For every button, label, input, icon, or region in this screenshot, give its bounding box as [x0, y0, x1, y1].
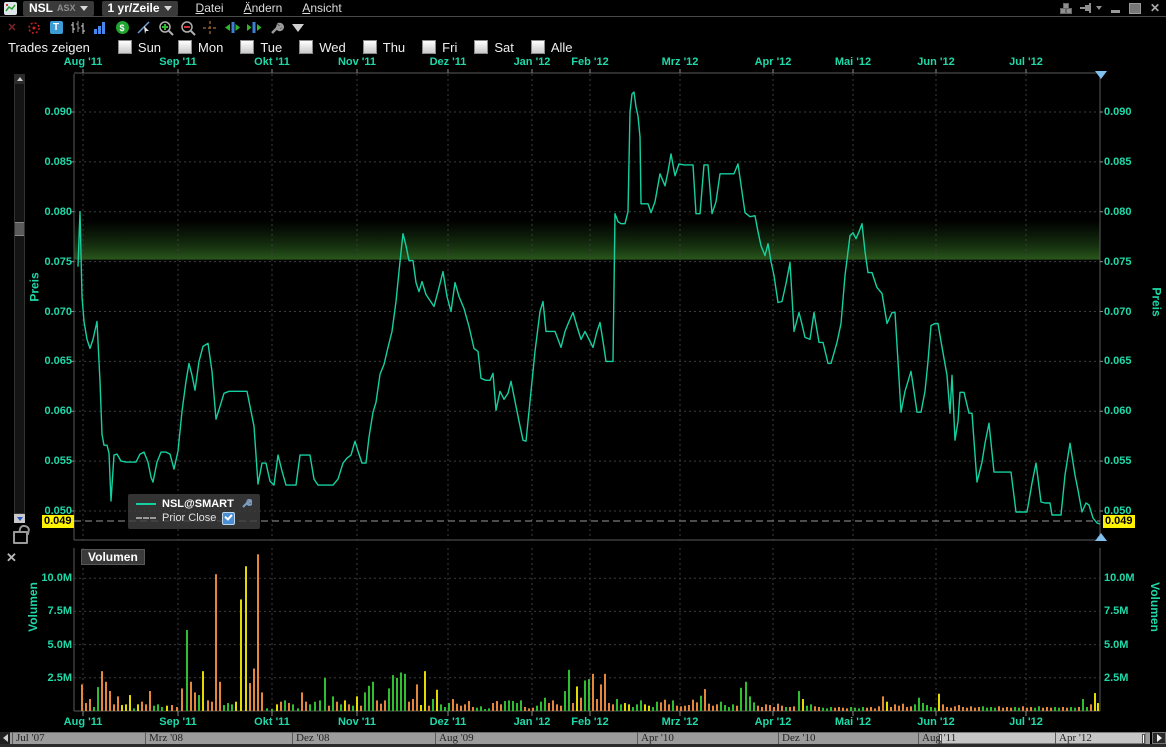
volume-tick-label-right: 2.5M	[1104, 672, 1150, 684]
volume-tick-label-left: 5.0M	[26, 639, 72, 651]
month-label-top: Mrz '12	[648, 56, 712, 68]
month-label-bottom: Dez '11	[416, 716, 480, 728]
price-volume-chart[interactable]	[0, 0, 1166, 747]
history-label: Aug '11	[918, 732, 956, 744]
volume-tick-label-right: 5.0M	[1104, 639, 1150, 651]
prior-close-line-sample	[136, 517, 156, 519]
month-label-top: Okt '11	[240, 56, 304, 68]
volume-axis-title-right: Volumen	[1148, 582, 1162, 632]
month-label-bottom: Jun '12	[904, 716, 968, 728]
price-tick-label-left: 0.075	[26, 256, 72, 268]
month-label-top: Aug '11	[51, 56, 115, 68]
series-name: NSL@SMART	[162, 498, 234, 510]
month-label-bottom: Nov '11	[325, 716, 389, 728]
axis-resize-handle-bottom[interactable]	[1095, 533, 1107, 541]
history-label: Jul '07	[12, 732, 45, 744]
price-tick-label-left: 0.070	[26, 306, 72, 318]
month-label-bottom: Okt '11	[240, 716, 304, 728]
series-line-sample	[136, 503, 156, 505]
month-label-top: Sep '11	[146, 56, 210, 68]
price-tick-label-left: 0.060	[26, 405, 72, 417]
volume-tick-label-right: 7.5M	[1104, 605, 1150, 617]
volume-axis-title-left: Volumen	[26, 582, 40, 632]
price-tick-label-right: 0.065	[1104, 355, 1150, 367]
month-label-bottom: Jul '12	[994, 716, 1058, 728]
scroll-up-button[interactable]	[14, 74, 25, 84]
gridlines	[74, 74, 1100, 711]
month-label-bottom: Jan '12	[500, 716, 564, 728]
thumb-grip-right[interactable]	[1142, 734, 1145, 744]
month-label-bottom: Sep '11	[146, 716, 210, 728]
price-tick-label-left: 0.080	[26, 206, 72, 218]
history-label: Dez '08	[292, 732, 329, 744]
history-label: Dez '10	[778, 732, 815, 744]
month-label-bottom: Apr '12	[741, 716, 805, 728]
vertical-scrollbar-handle[interactable]	[15, 222, 24, 236]
month-label-top: Dez '11	[416, 56, 480, 68]
volume-tick-label-left: 2.5M	[26, 672, 72, 684]
prior-close-checkbox[interactable]	[222, 512, 235, 525]
volume-tick-label-right: 10.0M	[1104, 572, 1150, 584]
price-tick-label-right: 0.090	[1104, 106, 1150, 118]
panel-close-icon[interactable]: ✕	[6, 550, 17, 566]
price-tick-label-right: 0.060	[1104, 405, 1150, 417]
price-tick-label-left: 0.055	[26, 455, 72, 467]
history-label: Mrz '08	[145, 732, 183, 744]
month-label-top: Apr '12	[741, 56, 805, 68]
vertical-scrollbar-track[interactable]	[14, 74, 25, 514]
price-tick-label-right: 0.080	[1104, 206, 1150, 218]
prior-close-label: Prior Close	[162, 512, 216, 524]
volume-panel-title: Volumen	[81, 549, 145, 565]
highlight-band	[74, 220, 1100, 260]
last-price-label-left: 0.049	[42, 515, 74, 528]
wrench-icon[interactable]	[240, 498, 252, 510]
month-label-top: Mai '12	[821, 56, 885, 68]
history-label: Apr '10	[637, 732, 674, 744]
last-price-label-right: 0.049	[1103, 515, 1135, 528]
month-label-bottom: Mai '12	[821, 716, 885, 728]
month-label-top: Jul '12	[994, 56, 1058, 68]
price-tick-label-left: 0.065	[26, 355, 72, 367]
month-label-top: Feb '12	[558, 56, 622, 68]
history-scrollbar-thumb[interactable]	[938, 732, 1146, 744]
scroll-left-button[interactable]	[0, 732, 10, 744]
scroll-down-button[interactable]	[14, 514, 25, 523]
unlock-icon[interactable]	[13, 531, 28, 544]
price-line	[78, 92, 1100, 524]
month-label-bottom: Feb '12	[558, 716, 622, 728]
chart-legend[interactable]: NSL@SMART Prior Close	[128, 494, 260, 529]
history-label: Apr '12	[1055, 732, 1092, 744]
month-label-top: Nov '11	[325, 56, 389, 68]
month-label-bottom: Mrz '12	[648, 716, 712, 728]
price-tick-label-right: 0.085	[1104, 156, 1150, 168]
price-axis-title-right: Preis	[1150, 287, 1164, 316]
history-label: Aug '09	[435, 732, 474, 744]
price-tick-label-left: 0.085	[26, 156, 72, 168]
scroll-right-button[interactable]	[1152, 732, 1166, 744]
price-axis-title-left: Preis	[28, 272, 42, 301]
month-label-bottom: Aug '11	[51, 716, 115, 728]
month-label-top: Jan '12	[500, 56, 564, 68]
history-scrollbar: Jul '07 Mrz '08 Dez '08 Aug '09 Apr '10 Dez '…	[0, 732, 1166, 744]
price-tick-label-right: 0.070	[1104, 306, 1150, 318]
month-label-top: Jun '12	[904, 56, 968, 68]
chart-application-window: NSL ASX 1 yr/Zeile DateiÄndernAnsicht ✕ …	[0, 0, 1166, 747]
axis-resize-handle-top[interactable]	[1095, 71, 1107, 79]
price-tick-label-left: 0.090	[26, 106, 72, 118]
price-tick-label-right: 0.055	[1104, 455, 1150, 467]
price-tick-label-right: 0.075	[1104, 256, 1150, 268]
